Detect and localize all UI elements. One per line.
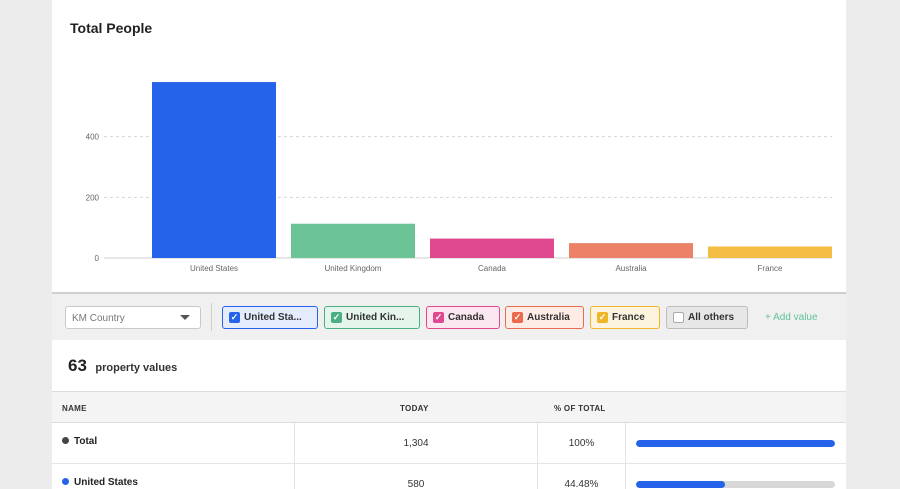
checkbox-empty-icon[interactable]: [673, 312, 684, 323]
row-today-value: 1,304: [403, 438, 429, 449]
x-tick-label: Australia: [615, 264, 647, 273]
filter-bar: KM Country ✓ United Sta... ✓ United Kin... ✓…: [52, 294, 846, 340]
bar-canada[interactable]: [430, 238, 554, 258]
main-panel: 0 200 400 United States United Kingdom Canada…: [52, 0, 846, 489]
x-tick-label: United Kingdom: [325, 264, 382, 273]
x-tick-label: France: [758, 264, 783, 273]
value-chip-label: All others: [688, 312, 735, 323]
checkbox-checked-icon[interactable]: ✓: [331, 312, 342, 323]
y-tick-label: 0: [95, 254, 100, 263]
value-chip-label: United Kin...: [346, 312, 405, 323]
y-tick-label: 200: [86, 193, 100, 202]
value-chip[interactable]: ✓ United Kin...: [324, 306, 420, 329]
chart-title: Total People: [70, 20, 153, 36]
bar-australia[interactable]: [569, 243, 693, 258]
row-name: United States: [62, 477, 138, 488]
bar-france[interactable]: [708, 246, 832, 258]
property-select-value: KM Country: [72, 313, 125, 324]
table-header: NAME TODAY % OF TOTAL: [52, 391, 846, 423]
checkbox-checked-icon[interactable]: ✓: [597, 312, 608, 323]
value-chip-label: Australia: [527, 312, 570, 323]
checkbox-checked-icon[interactable]: ✓: [229, 312, 240, 323]
value-chip[interactable]: All others: [666, 306, 748, 329]
header-name[interactable]: NAME: [62, 404, 87, 413]
value-chip-label: Canada: [448, 312, 485, 323]
row-name: Total: [62, 436, 97, 447]
series-dot-icon: [62, 478, 69, 485]
checkbox-checked-icon[interactable]: ✓: [512, 312, 523, 323]
pct-bar-fill: [636, 440, 835, 447]
value-chip[interactable]: ✓ France: [590, 306, 660, 329]
cell-divider: [625, 464, 626, 489]
table-row[interactable]: Total 1,304 100%: [52, 423, 846, 464]
row-name-label: Total: [74, 436, 98, 447]
chart-svg: 0 200 400 United States United Kingdom Canada…: [86, 82, 832, 273]
value-chip[interactable]: ✓ Australia: [505, 306, 584, 329]
row-pct-value: 100%: [568, 438, 595, 449]
count-number: 63: [68, 356, 87, 375]
value-chip-label: United Sta...: [244, 312, 302, 323]
bar-chart: 0 200 400 United States United Kingdom Canada…: [52, 0, 846, 292]
property-values-count: 63 property values: [68, 356, 177, 376]
value-chip[interactable]: ✓ United Sta...: [222, 306, 318, 329]
checkbox-checked-icon[interactable]: ✓: [433, 312, 444, 323]
property-select[interactable]: KM Country: [65, 306, 201, 329]
table-row[interactable]: United States 580 44.48%: [52, 464, 846, 489]
value-chip-label: France: [612, 312, 645, 323]
pct-bar-track: [636, 440, 835, 447]
series-dot-icon: [62, 437, 69, 444]
row-pct-value: 44.48%: [564, 479, 599, 489]
header-today[interactable]: TODAY: [400, 404, 429, 413]
count-label: property values: [95, 362, 178, 374]
cell-divider: [625, 423, 626, 464]
y-tick-label: 400: [86, 133, 100, 142]
chevron-down-icon[interactable]: [180, 315, 190, 320]
add-value-button[interactable]: + Add value: [765, 312, 818, 323]
bar-united-states[interactable]: [152, 82, 276, 258]
separator: [211, 303, 212, 331]
pct-bar-fill: [636, 481, 725, 488]
row-today-value: 580: [407, 479, 425, 489]
header-pct[interactable]: % OF TOTAL: [554, 404, 606, 413]
row-name-label: United States: [74, 477, 138, 488]
x-tick-label: Canada: [478, 264, 507, 273]
bar-united-kingdom[interactable]: [291, 223, 415, 258]
value-chip[interactable]: ✓ Canada: [426, 306, 500, 329]
pct-bar-track: [636, 481, 835, 488]
x-tick-label: United States: [190, 264, 238, 273]
